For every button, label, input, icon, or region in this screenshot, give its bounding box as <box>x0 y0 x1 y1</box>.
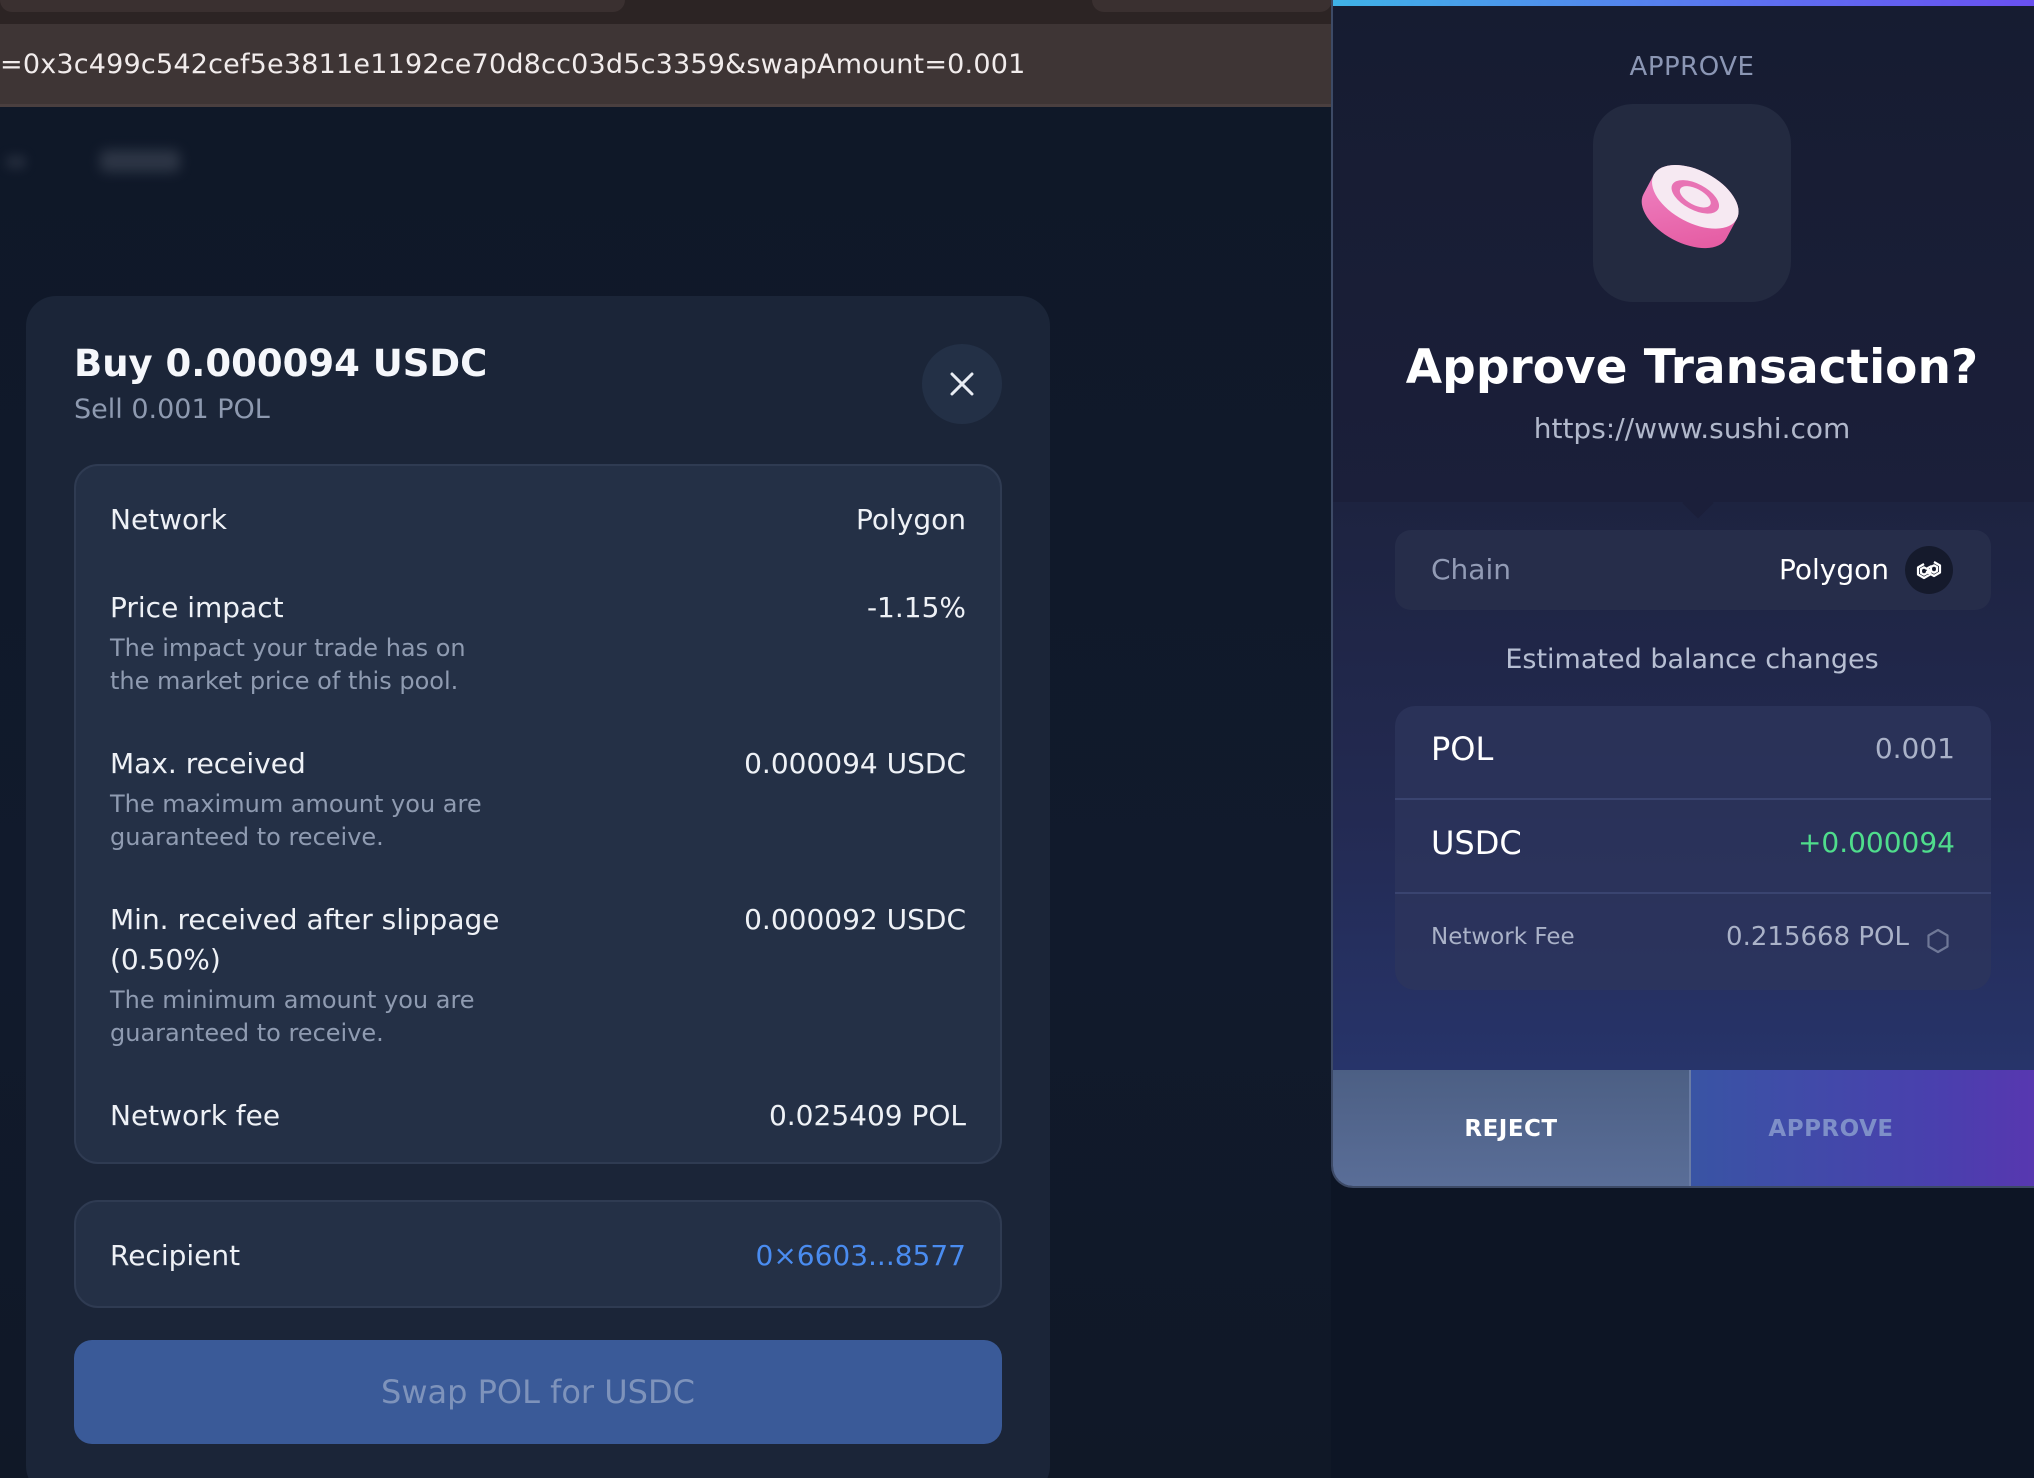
close-button[interactable] <box>922 344 1002 424</box>
detail-value: -1.15% <box>866 591 966 624</box>
detail-label: Network <box>110 503 227 536</box>
gas-settings-icon[interactable] <box>1923 926 1953 956</box>
chain-value: Polygon <box>1778 553 1889 586</box>
sushi-logo-icon <box>1641 164 1739 249</box>
balance-row-usdc: USDC +0.000094 <box>1395 800 1991 894</box>
swap-review-modal: Buy 0.000094 USDC Sell 0.001 POL Network… <box>26 296 1050 1478</box>
estimated-balance-label: Estimated balance changes <box>1505 644 1879 675</box>
detail-description: The maximum amount you are guaranteed to… <box>110 790 482 851</box>
swap-subtitle: Sell 0.001 POL <box>74 394 270 425</box>
approve-button[interactable]: APPROVE <box>1691 1070 2034 1186</box>
detail-label: Price impact <box>110 591 284 624</box>
approve-kicker: APPROVE <box>1629 52 1755 82</box>
swap-details-card: Network Polygon Price impact -1.15% The … <box>74 464 1002 1164</box>
detail-row-min-received: Min. received after slippage (0.50%) 0.0… <box>110 900 966 1050</box>
wallet-approve-popup: APPROVE Approve Transaction? https://www… <box>1331 0 2034 1188</box>
recipient-card: Recipient 0×6603...8577 <box>74 1200 1002 1308</box>
detail-value: 0.025409 POL <box>768 1099 966 1132</box>
browser-tab-strip <box>0 0 1332 24</box>
close-icon <box>950 372 974 396</box>
polygon-icon <box>1905 546 1953 594</box>
popup-actions: REJECT APPROVE <box>1333 1070 2034 1186</box>
detail-description: The impact your trade has on the market … <box>110 634 466 695</box>
reject-button[interactable]: REJECT <box>1333 1070 1691 1186</box>
balance-row-pol: POL 0.001 <box>1395 706 1991 800</box>
fee-amount: 0.215668 POL <box>1726 922 1909 952</box>
address-bar[interactable]: =0x3c499c542cef5e3811e1192ce70d8cc03d5c3… <box>0 24 1331 104</box>
detail-value: Polygon <box>855 503 966 536</box>
balance-changes-card: POL 0.001 USDC +0.000094 Network Fee 0.2… <box>1395 706 1991 990</box>
dapp-logo <box>1593 104 1791 302</box>
network-fee-row: Network Fee 0.215668 POL <box>1395 894 1991 990</box>
recipient-address-link[interactable]: 0×6603...8577 <box>756 1236 967 1276</box>
browser-tab[interactable] <box>0 0 625 12</box>
balance-token: USDC <box>1431 824 1522 862</box>
recipient-label: Recipient <box>110 1239 241 1272</box>
blurred-nav-icon <box>6 155 26 169</box>
swap-button[interactable]: Swap POL for USDC <box>74 1340 1002 1444</box>
swap-title: Buy 0.000094 USDC <box>74 342 488 385</box>
balance-amount: 0.001 <box>1874 732 1955 765</box>
detail-value: 0.000092 USDC <box>744 903 966 936</box>
approve-title: Approve Transaction? <box>1405 340 1979 395</box>
detail-row-network-fee: Network fee 0.025409 POL <box>110 1096 966 1136</box>
chain-card: Chain Polygon <box>1395 530 1991 610</box>
browser-tab[interactable] <box>1092 0 1332 12</box>
balance-token: POL <box>1431 730 1494 768</box>
detail-label: Min. received after slippage (0.50%) <box>110 903 500 976</box>
detail-description: The minimum amount you are guaranteed to… <box>110 986 475 1047</box>
detail-value: 0.000094 USDC <box>744 747 966 780</box>
address-bar-url[interactable]: =0x3c499c542cef5e3811e1192ce70d8cc03d5c3… <box>0 49 1025 80</box>
detail-row-price-impact: Price impact -1.15% The impact your trad… <box>110 588 966 698</box>
detail-row-max-received: Max. received 0.000094 USDC The maximum … <box>110 744 966 854</box>
detail-row-network: Network Polygon <box>110 500 966 540</box>
blurred-nav-item <box>100 150 180 172</box>
fee-label: Network Fee <box>1431 924 1575 950</box>
chain-label: Chain <box>1431 553 1511 586</box>
balance-amount-positive: +0.000094 <box>1797 826 1955 859</box>
dapp-url: https://www.sushi.com <box>1533 412 1851 445</box>
